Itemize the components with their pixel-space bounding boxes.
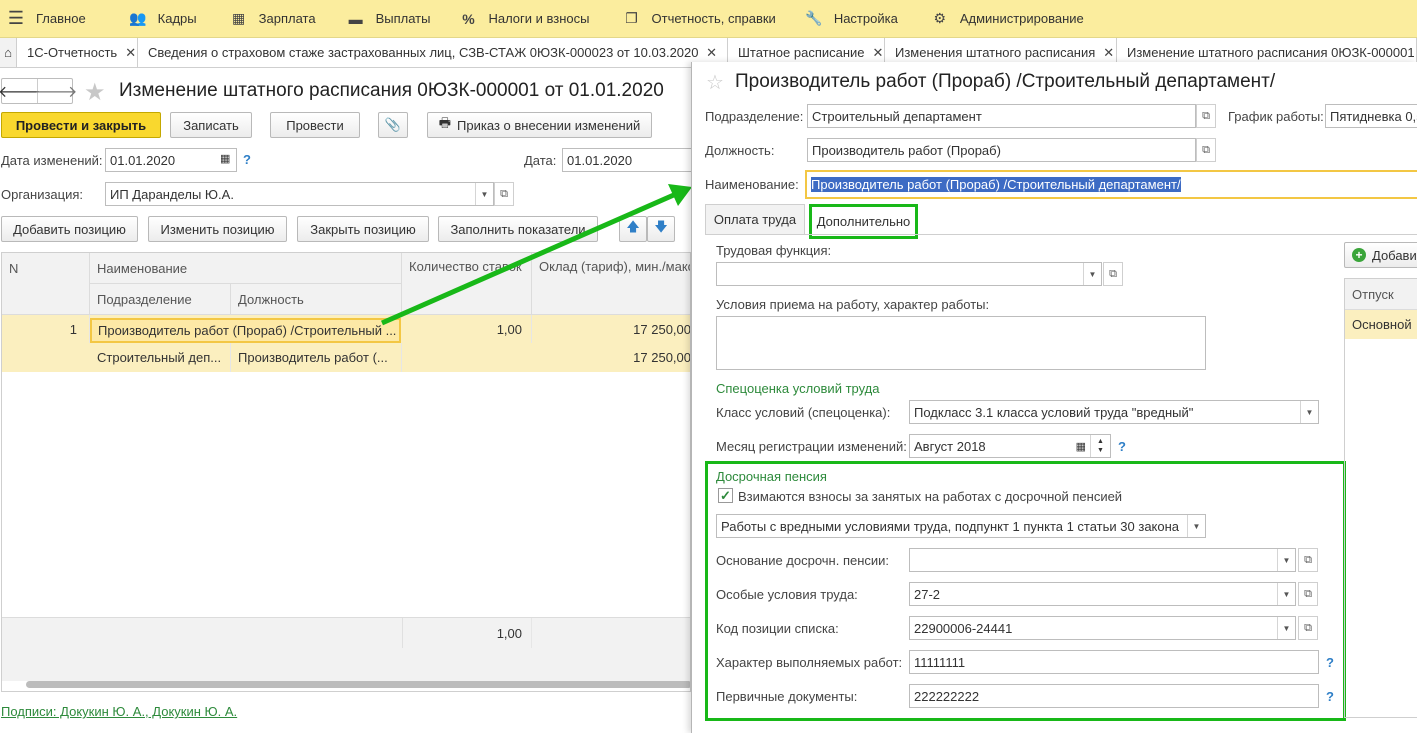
- department-label: Подразделение:: [705, 109, 804, 124]
- month-label: Месяц регистрации изменений:: [716, 439, 907, 454]
- class-label: Класс условий (спецоценка):: [716, 405, 891, 420]
- tab-pay[interactable]: Оплата труда: [705, 204, 805, 234]
- leave-row[interactable]: Основной: [1345, 310, 1417, 339]
- open-icon[interactable]: ⧉: [1196, 104, 1216, 128]
- schedule-field[interactable]: Пятидневка 0,5: [1325, 104, 1417, 128]
- special-conditions-label: Особые условия труда:: [716, 587, 858, 602]
- contributions-checkbox[interactable]: ✓: [718, 488, 733, 503]
- work-nature-field[interactable]: 11111111: [909, 650, 1319, 674]
- primary-docs-field[interactable]: 222222222: [909, 684, 1319, 708]
- department-field[interactable]: Строительный департамент: [807, 104, 1196, 128]
- open-icon[interactable]: ⧉: [1298, 616, 1318, 640]
- list-code-label: Код позиции списка:: [716, 621, 839, 636]
- help-icon[interactable]: ?: [1326, 689, 1334, 704]
- work-type-field[interactable]: Работы с вредными условиями труда, подпу…: [716, 514, 1206, 538]
- conditions-label: Условия приема на работу, характер работ…: [716, 297, 990, 312]
- star-icon[interactable]: ☆: [706, 70, 724, 95]
- dropdown-arrow-icon[interactable]: ▼: [1277, 549, 1295, 571]
- leave-table: Отпуск Основной: [1344, 278, 1417, 718]
- add-button[interactable]: + Добави: [1344, 242, 1417, 268]
- tab-content-border: [705, 234, 1417, 235]
- class-field[interactable]: Подкласс 3.1 класса условий труда "вредн…: [909, 400, 1319, 424]
- position-field[interactable]: Производитель работ (Прораб): [807, 138, 1196, 162]
- labor-function-field[interactable]: ▼: [716, 262, 1102, 286]
- dropdown-arrow-icon[interactable]: ▼: [1277, 583, 1295, 605]
- open-icon[interactable]: ⧉: [1298, 582, 1318, 606]
- labor-function-label: Трудовая функция:: [716, 243, 832, 258]
- contributions-label: Взимаются взносы за занятых на работах с…: [738, 489, 1123, 504]
- schedule-label: График работы:: [1228, 109, 1324, 124]
- month-field[interactable]: Август 2018 ▦ ▲ ▼: [909, 434, 1111, 458]
- list-code-field[interactable]: 22900006-24441 ▼: [909, 616, 1296, 640]
- position-dialog: ☆ Производитель работ (Прораб) /Строител…: [691, 62, 1417, 733]
- dropdown-arrow-icon[interactable]: ▼: [1187, 515, 1205, 537]
- help-icon[interactable]: ?: [1326, 655, 1334, 670]
- open-icon[interactable]: ⧉: [1103, 262, 1123, 286]
- pension-basis-label: Основание досрочн. пенсии:: [716, 553, 890, 568]
- special-assessment-title: Спецоценка условий труда: [716, 381, 880, 396]
- position-label: Должность:: [705, 143, 775, 158]
- add-icon: +: [1352, 248, 1366, 262]
- dropdown-arrow-icon[interactable]: ▼: [1300, 401, 1318, 423]
- conditions-textarea[interactable]: [716, 316, 1206, 370]
- primary-docs-label: Первичные документы:: [716, 689, 858, 704]
- dropdown-arrow-icon[interactable]: ▼: [1277, 617, 1295, 639]
- dropdown-arrow-icon[interactable]: ▼: [1083, 263, 1101, 285]
- calendar-icon[interactable]: ▦: [1076, 440, 1086, 453]
- name-label: Наименование:: [705, 177, 799, 192]
- dialog-title: Производитель работ (Прораб) /Строительн…: [735, 71, 1276, 92]
- early-pension-title: Досрочная пенсия: [716, 469, 827, 484]
- pension-basis-field[interactable]: ▼: [909, 548, 1296, 572]
- help-icon[interactable]: ?: [1118, 439, 1126, 454]
- work-nature-label: Характер выполняемых работ:: [716, 655, 903, 670]
- column-header-leave[interactable]: Отпуск: [1345, 279, 1417, 310]
- open-icon[interactable]: ⧉: [1298, 548, 1318, 572]
- spinner-icon[interactable]: ▲ ▼: [1090, 435, 1110, 457]
- name-field[interactable]: Производитель работ (Прораб) /Строительн…: [805, 170, 1417, 199]
- open-icon[interactable]: ⧉: [1196, 138, 1216, 162]
- special-conditions-field[interactable]: 27-2 ▼: [909, 582, 1296, 606]
